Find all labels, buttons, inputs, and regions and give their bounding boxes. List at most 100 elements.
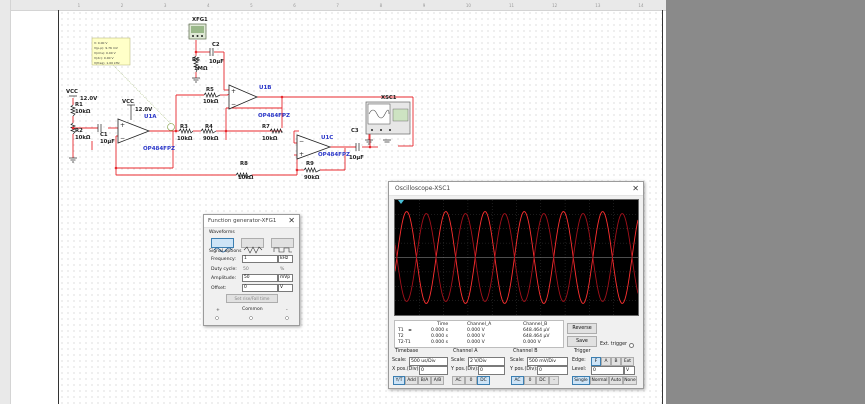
channel-b-dc-button[interactable]: DC	[536, 376, 549, 385]
probe-icon	[167, 123, 175, 131]
vcc-left-label: VCC	[66, 89, 78, 95]
cursor-readout-table: Time Channel_A Channel_B T1 0.000 s 0.00…	[394, 320, 564, 348]
triangle-wave-icon	[243, 246, 263, 254]
trigger-level-field[interactable]: 0	[591, 366, 624, 375]
r1-value: 10kΩ	[75, 109, 91, 115]
function-generator-window[interactable]: Function generator-XFG1 ✕ Waveforms Sign…	[203, 214, 300, 326]
mode-ba-button[interactable]: B/A	[418, 376, 431, 385]
channel-a-ac-button[interactable]: AC	[452, 376, 465, 385]
trigger-edge-label: Edge:	[572, 358, 586, 363]
trigger-normal-button[interactable]: Normal	[590, 376, 609, 385]
function-generator-titlebar[interactable]: Function generator-XFG1 ✕	[204, 215, 299, 228]
workspace-gutter	[666, 0, 865, 404]
r9-value: 90kΩ	[304, 175, 320, 181]
channel-b-invert-button[interactable]: -	[549, 376, 559, 385]
edge-a-button[interactable]: A	[601, 357, 611, 366]
trigger-none-button[interactable]: None	[623, 376, 637, 385]
channel-b-title: Channel B	[513, 349, 538, 354]
square-wave-button[interactable]	[271, 238, 294, 253]
trigger-single-button[interactable]: Single	[572, 376, 590, 385]
svg-text:+: +	[231, 88, 236, 95]
row-t2-label: T2	[398, 334, 404, 339]
row-t1-time: 0.000 s	[431, 328, 449, 333]
mode-ab-button[interactable]: A/B	[431, 376, 444, 385]
terminal-connectors	[215, 316, 289, 320]
ruler-number: 12	[552, 3, 558, 8]
r3-label: R3	[180, 124, 188, 130]
row-delta-b: 0.000 V	[523, 340, 541, 345]
channel-b-zero-button[interactable]: 0	[524, 376, 536, 385]
cursor-arrow-icons[interactable]: ◂▸	[408, 327, 412, 332]
frequency-unit[interactable]: kHz	[278, 255, 293, 263]
edge-b-button[interactable]: B	[611, 357, 621, 366]
mode-add-button[interactable]: Add	[405, 376, 418, 385]
ext-trigger-label: Ext. trigger	[600, 342, 627, 347]
trigger-auto-button[interactable]: Auto	[609, 376, 623, 385]
oscilloscope-titlebar[interactable]: Oscilloscope-XSC1 ✕	[389, 182, 643, 196]
close-icon[interactable]: ✕	[288, 215, 295, 227]
timebase-xpos-field[interactable]: 0	[419, 366, 448, 375]
ruler-number: 3	[163, 3, 167, 8]
oscilloscope-window[interactable]: Oscilloscope-XSC1 ✕ Time Channel_A Chann…	[388, 181, 644, 389]
c3-value: 10µF	[349, 155, 364, 161]
u1b-part: OP484FPZ	[258, 113, 290, 119]
mode-yt-button[interactable]: Y/T	[393, 376, 405, 385]
channel-b-scale-field[interactable]: 500 mV/Div	[527, 357, 568, 366]
xfg1-label: XFG1	[192, 17, 208, 23]
channel-a-ypos-label: Y pos.(Div):	[451, 367, 479, 372]
row-t1-b: 648.464 µV	[523, 328, 550, 333]
row-delta-a: 0.000 V	[467, 340, 485, 345]
svg-text:+: +	[120, 122, 125, 129]
r5-label: R5	[206, 87, 214, 93]
amplitude-label: Amplitude:	[211, 276, 237, 281]
signal-options-label: Signal options	[209, 249, 242, 254]
ruler-number: 8	[379, 3, 383, 8]
timebase-scale-label: Scale:	[392, 358, 407, 363]
offset-input[interactable]: 0	[242, 284, 278, 292]
oscilloscope-title: Oscilloscope-XSC1	[395, 185, 451, 192]
ruler-number: 5	[250, 3, 253, 8]
set-rise-fall-time-button[interactable]: Set rise/Fall time	[226, 294, 278, 303]
edge-rising-button[interactable]: F	[591, 357, 601, 366]
duty-cycle-unit: %	[280, 267, 285, 272]
offset-unit[interactable]: V	[278, 284, 293, 292]
close-icon[interactable]: ✕	[632, 182, 639, 195]
triangle-wave-button[interactable]	[241, 238, 264, 254]
channel-a-zero-button[interactable]: 0	[465, 376, 477, 385]
row-t1-a: 0.000 V	[467, 328, 485, 333]
channel-b-ypos-field[interactable]: 0	[537, 366, 568, 375]
probe-line-1: V: 0.00 V	[94, 41, 108, 45]
save-button[interactable]: Save	[567, 336, 597, 347]
channel-b-ac-button[interactable]: AC	[511, 376, 524, 385]
c1-label: C1	[100, 132, 108, 138]
probe-line-5: V(freq): 1.00 kHz	[94, 61, 120, 65]
u1a-label: U1A	[144, 114, 157, 120]
function-generator-title: Function generator-XFG1	[208, 218, 277, 224]
amplitude-input[interactable]: 50	[242, 274, 278, 282]
row-t1-label: T1	[398, 328, 404, 333]
r6-value: 1MΩ	[194, 66, 208, 72]
r4-label: R4	[205, 124, 213, 130]
duty-cycle-value: 50	[243, 267, 249, 272]
channel-a-ypos-field[interactable]: 0	[478, 366, 505, 375]
amplitude-unit[interactable]: mVp	[278, 274, 293, 282]
trigger-level-unit[interactable]: V	[624, 366, 635, 375]
edge-ext-button[interactable]: Ext	[621, 357, 634, 366]
sine-wave-button[interactable]	[211, 238, 234, 253]
scope-display[interactable]	[394, 199, 639, 316]
r5-value: 10kΩ	[203, 99, 219, 105]
ext-trigger-terminal[interactable]	[629, 343, 634, 348]
r7-value: 10kΩ	[262, 136, 278, 142]
ruler-number: 10	[465, 3, 471, 8]
channel-b-scale-label: Scale:	[510, 358, 525, 363]
reverse-button[interactable]: Reverse	[567, 323, 597, 334]
u1a-part: OP484FPZ	[143, 146, 175, 152]
ruler-number: 9	[422, 3, 426, 8]
frequency-input[interactable]: 1	[242, 255, 278, 263]
channel-a-dc-button[interactable]: DC	[477, 376, 490, 385]
svg-text:−: −	[120, 135, 125, 142]
timebase-scale-field[interactable]: 500 us/Div	[409, 357, 448, 366]
channel-a-scale-field[interactable]: 2 V/Div	[468, 357, 505, 366]
square-wave-icon	[273, 247, 292, 253]
waveforms-label: Waveforms	[209, 230, 235, 235]
